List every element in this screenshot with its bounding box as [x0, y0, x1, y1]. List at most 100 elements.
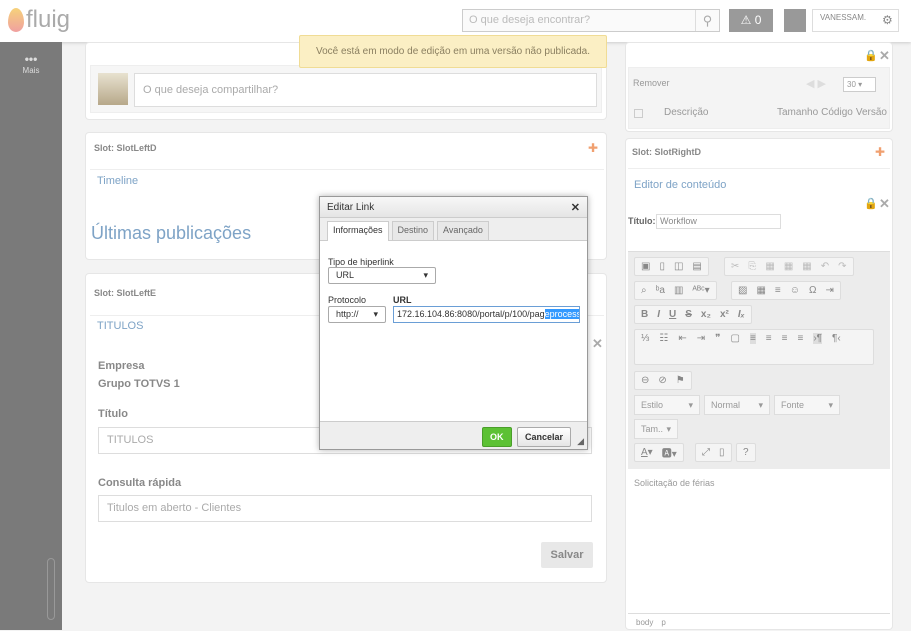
align-right-icon[interactable]: ≡ — [782, 333, 788, 344]
smiley-icon[interactable]: ☺ — [790, 285, 800, 296]
show-blocks-icon[interactable]: ▯ — [719, 447, 725, 458]
remove-format-icon[interactable]: Iₓ — [738, 309, 745, 320]
pagebreak-icon[interactable]: ⇥ — [825, 285, 833, 296]
share-input[interactable]: O que deseja compartilhar? — [134, 73, 597, 107]
path-element[interactable]: body — [636, 618, 653, 627]
bullet-list-icon[interactable]: ☷ — [659, 333, 668, 344]
maximize-icon[interactable]: ⤢ — [702, 447, 710, 458]
template-icon[interactable]: ▤ — [692, 261, 701, 272]
lock-icon[interactable]: 🔒 — [864, 49, 878, 62]
close-icon[interactable]: ✕ — [879, 48, 890, 64]
subscript-icon[interactable]: x₂ — [701, 309, 711, 320]
new-page-icon[interactable]: ▯ — [659, 261, 665, 272]
page-size-select[interactable]: 30 ▾ — [843, 77, 876, 92]
column-header[interactable]: Versão — [856, 107, 887, 118]
column-header[interactable]: Tamanho — [777, 107, 818, 118]
preview-icon[interactable]: ◫ — [674, 261, 683, 272]
help-icon[interactable]: ? — [736, 443, 756, 462]
div-icon[interactable]: ▢ — [730, 333, 739, 344]
size-combo[interactable]: Tam.. ▾ — [634, 419, 678, 439]
lock-icon[interactable]: 🔒 — [864, 197, 878, 210]
superscript-icon[interactable]: x² — [720, 309, 729, 320]
toolbar-links: ⊖ ⊘ ⚑ — [634, 371, 692, 390]
timeline-link[interactable]: Timeline — [97, 175, 138, 187]
paste-text-icon[interactable]: ▦ — [784, 261, 793, 272]
tab-info[interactable]: Informações — [327, 221, 389, 241]
find-icon[interactable]: ⌕ — [641, 285, 647, 296]
indent-icon[interactable]: ⇥ — [697, 333, 705, 344]
scrollbar[interactable] — [47, 558, 55, 620]
numbered-list-icon[interactable]: ⅓ — [641, 333, 649, 344]
avatar[interactable] — [784, 9, 806, 32]
rtl-icon[interactable]: ¶‹ — [832, 333, 841, 344]
search-input[interactable]: O que deseja encontrar? — [462, 9, 720, 32]
cut-icon[interactable]: ✂ — [731, 261, 739, 272]
tab-target[interactable]: Destino — [391, 221, 435, 240]
sidebar-item-more[interactable]: Mais — [0, 66, 62, 75]
tab-advanced[interactable]: Avançado — [437, 221, 489, 240]
title-input[interactable]: Workflow — [656, 214, 781, 229]
url-input[interactable]: 172.16.104.86:8080/portal/p/100/pageproc… — [393, 306, 580, 323]
redo-icon[interactable]: ↷ — [838, 261, 846, 272]
alerts-button[interactable]: ⚠ 0 — [729, 9, 773, 32]
dialog-title[interactable]: Editar Link — [320, 197, 587, 218]
unlink-icon[interactable]: ⊘ — [658, 375, 666, 386]
editor-content[interactable]: Solicitação de férias — [634, 478, 715, 488]
table-icon[interactable]: ▦ — [756, 285, 765, 296]
cancel-button[interactable]: Cancelar — [517, 427, 572, 447]
bold-icon[interactable]: B — [641, 309, 648, 320]
special-char-icon[interactable]: Ω — [809, 285, 816, 296]
link-icon[interactable]: ⊖ — [641, 375, 649, 386]
remove-button[interactable]: Remover — [633, 78, 670, 88]
search-icon[interactable]: ⚲ — [695, 10, 719, 31]
font-combo[interactable]: Fonte ▾ — [774, 395, 840, 415]
select-all-icon[interactable]: ▥ — [674, 285, 683, 296]
align-center-icon[interactable]: ≡ — [766, 333, 772, 344]
path-element[interactable]: p — [661, 618, 665, 627]
italic-icon[interactable]: I — [657, 309, 660, 320]
resize-handle[interactable]: ◢ — [577, 436, 584, 447]
consulta-select[interactable]: Titulos em aberto - Clientes — [98, 495, 592, 522]
ok-button[interactable]: OK — [482, 427, 512, 447]
ltr-icon[interactable]: ›¶ — [813, 333, 823, 344]
format-combo[interactable]: Normal ▾ — [704, 395, 770, 415]
prev-icon[interactable]: ◀ ▶ — [806, 77, 826, 90]
bg-color-icon[interactable]: 🅰▾ — [662, 445, 677, 460]
toolbar-find: ⌕ ᵇa ▥ ᴬᴮᶜ▾ — [634, 281, 717, 300]
close-icon[interactable]: ✕ — [879, 196, 890, 212]
paste-word-icon[interactable]: ▦ — [802, 261, 811, 272]
more-icon[interactable]: ••• — [0, 52, 62, 66]
underline-icon[interactable]: U — [669, 309, 676, 320]
logo-text: fluig — [26, 6, 71, 33]
align-left-icon[interactable]: ≡ — [749, 333, 756, 344]
column-header[interactable]: Código — [821, 107, 853, 118]
copy-icon[interactable]: ⎘ — [748, 261, 756, 272]
add-icon[interactable]: ✚ — [588, 141, 598, 155]
hr-icon[interactable]: ≡ — [775, 285, 781, 296]
style-combo[interactable]: Estilo ▾ — [634, 395, 700, 415]
replace-icon[interactable]: ᵇa — [656, 285, 665, 296]
undo-icon[interactable]: ↶ — [821, 261, 829, 272]
column-header[interactable]: Descrição — [664, 107, 708, 118]
link-type-select[interactable]: URL ▾ — [328, 267, 436, 284]
gear-icon[interactable]: ⚙ — [882, 13, 893, 27]
outdent-icon[interactable]: ⇤ — [678, 333, 686, 344]
close-icon[interactable]: ✕ — [571, 201, 580, 214]
close-icon[interactable]: ✕ — [592, 336, 603, 352]
select-all-checkbox[interactable] — [634, 109, 643, 118]
text-color-icon[interactable]: A▾ — [641, 447, 653, 458]
anchor-icon[interactable]: ⚑ — [676, 375, 685, 386]
fluig-logo[interactable]: fluig — [8, 6, 70, 34]
content-editor-link[interactable]: Editor de conteúdo — [634, 179, 726, 191]
save-icon[interactable]: ▣ — [641, 261, 650, 272]
titulos-link[interactable]: TITULOS — [97, 320, 143, 332]
image-icon[interactable]: ▨ — [738, 285, 747, 296]
protocol-select[interactable]: http://▾ — [328, 306, 386, 323]
justify-icon[interactable]: ≡ — [797, 333, 803, 344]
spellcheck-icon[interactable]: ᴬᴮᶜ▾ — [692, 285, 709, 296]
paste-icon[interactable]: ▦ — [765, 261, 774, 272]
blockquote-icon[interactable]: ❞ — [715, 333, 720, 344]
strike-icon[interactable]: S — [685, 309, 692, 320]
save-button[interactable]: Salvar — [541, 542, 593, 568]
add-icon[interactable]: ✚ — [875, 145, 885, 159]
